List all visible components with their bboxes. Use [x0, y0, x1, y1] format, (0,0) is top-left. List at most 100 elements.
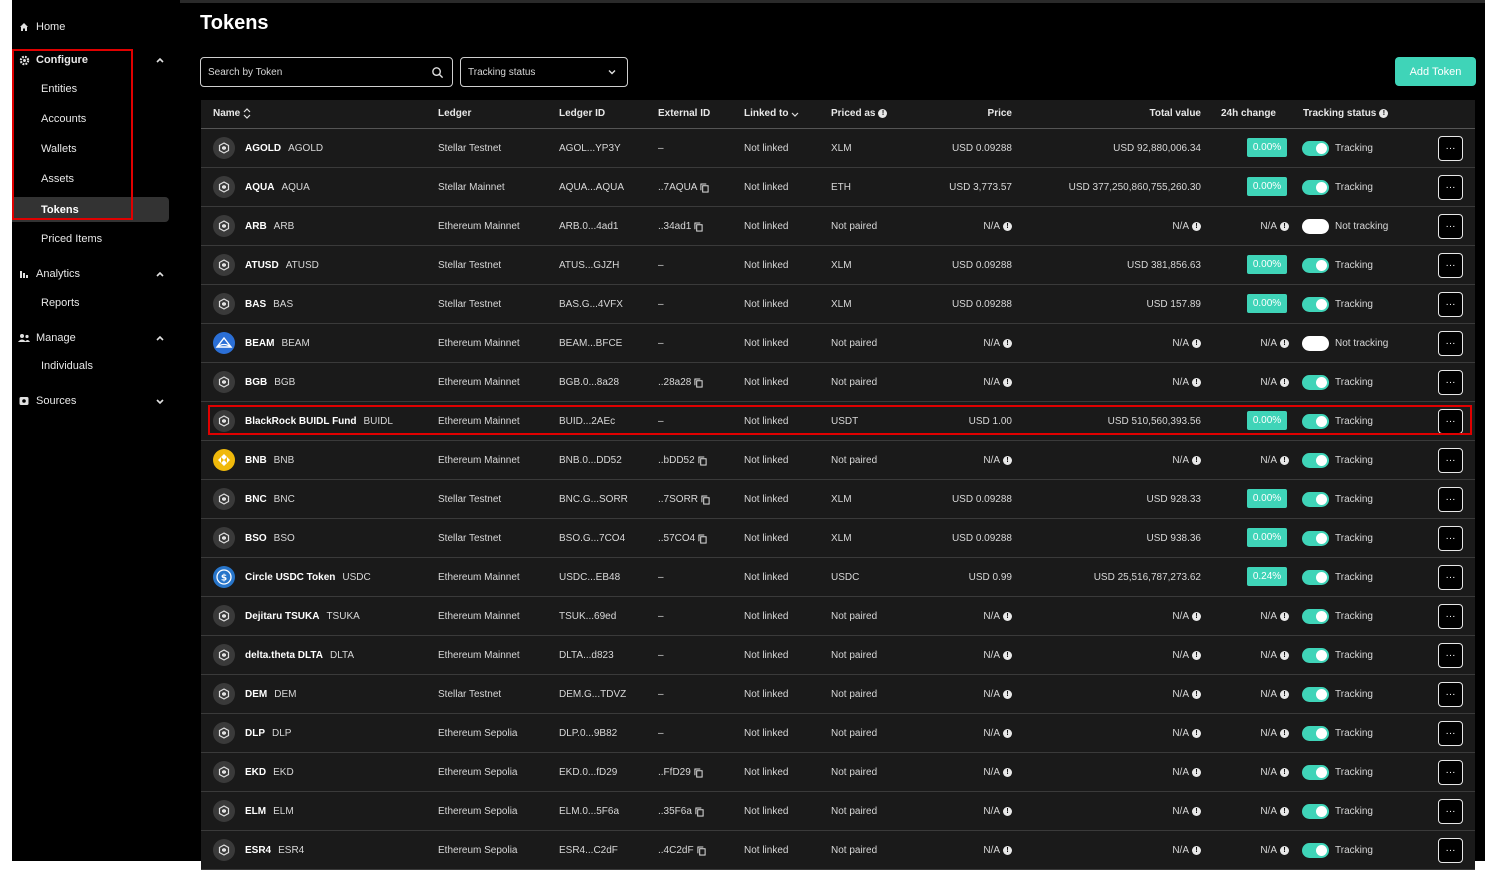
table-row[interactable]: BNB BNB Ethereum Mainnet BNB.0...DD52 ..…	[201, 441, 1475, 480]
info-icon[interactable]: !	[1280, 651, 1289, 660]
token-name-cell[interactable]: BNC BNC	[245, 494, 295, 505]
copy-icon[interactable]	[698, 533, 707, 544]
info-icon[interactable]: !	[1003, 612, 1012, 621]
info-icon[interactable]: !	[1280, 612, 1289, 621]
info-icon[interactable]: !	[1280, 378, 1289, 387]
tracking-toggle[interactable]	[1302, 726, 1329, 741]
info-icon[interactable]: !	[1379, 109, 1389, 118]
more-options-button[interactable]: ···	[1438, 214, 1463, 239]
info-icon[interactable]: !	[1280, 846, 1289, 855]
table-row[interactable]: Dejitaru TSUKA TSUKA Ethereum Mainnet TS…	[201, 597, 1475, 636]
token-name-cell[interactable]: ATUSD ATUSD	[245, 260, 319, 271]
more-options-button[interactable]: ···	[1438, 604, 1463, 629]
more-options-button[interactable]: ···	[1438, 292, 1463, 317]
table-row[interactable]: BGB BGB Ethereum Mainnet BGB.0...8a28 ..…	[201, 363, 1475, 402]
tracking-toggle[interactable]	[1302, 570, 1329, 585]
copy-icon[interactable]	[701, 494, 710, 505]
tracking-toggle[interactable]	[1302, 219, 1329, 234]
more-options-button[interactable]: ···	[1438, 760, 1463, 785]
info-icon[interactable]: !	[1003, 846, 1012, 855]
info-icon[interactable]: !	[1192, 456, 1201, 465]
info-icon[interactable]: !	[1192, 612, 1201, 621]
info-icon[interactable]: !	[1192, 339, 1201, 348]
info-icon[interactable]: !	[1192, 729, 1201, 738]
nav-analytics[interactable]: Analytics	[12, 262, 180, 286]
more-options-button[interactable]: ···	[1438, 799, 1463, 824]
more-options-button[interactable]: ···	[1438, 721, 1463, 746]
token-name-cell[interactable]: ELM ELM	[245, 806, 294, 817]
add-token-button[interactable]: Add Token	[1395, 57, 1476, 86]
more-options-button[interactable]: ···	[1438, 253, 1463, 278]
tracking-toggle[interactable]	[1302, 648, 1329, 663]
tracking-toggle[interactable]	[1302, 297, 1329, 312]
info-icon[interactable]: !	[1003, 729, 1012, 738]
info-icon[interactable]: !	[1003, 378, 1012, 387]
table-row[interactable]: ELM ELM Ethereum Sepolia ELM.0...5F6a ..…	[201, 792, 1475, 831]
tracking-toggle[interactable]	[1302, 765, 1329, 780]
info-icon[interactable]: !	[1280, 768, 1289, 777]
token-name-cell[interactable]: AQUA AQUA	[245, 182, 310, 193]
info-icon[interactable]: !	[1280, 690, 1289, 699]
sort-icon[interactable]	[243, 108, 251, 119]
token-name-cell[interactable]: BGB BGB	[245, 377, 295, 388]
more-options-button[interactable]: ···	[1438, 682, 1463, 707]
more-options-button[interactable]: ···	[1438, 838, 1463, 863]
tracking-toggle[interactable]	[1302, 843, 1329, 858]
info-icon[interactable]: !	[1192, 222, 1201, 231]
info-icon[interactable]: !	[1003, 807, 1012, 816]
token-name-cell[interactable]: delta.theta DLTA DLTA	[245, 650, 354, 661]
tracking-status-select[interactable]: Tracking status	[460, 57, 628, 87]
nav-reports[interactable]: Reports	[41, 297, 80, 309]
info-icon[interactable]: !	[1192, 768, 1201, 777]
tracking-toggle[interactable]	[1302, 804, 1329, 819]
chevron-down-icon[interactable]	[154, 395, 166, 407]
info-icon[interactable]: !	[1003, 222, 1012, 231]
search-icon[interactable]	[431, 66, 444, 79]
table-row[interactable]: BNC BNC Stellar Testnet BNC.G...SORR ..7…	[201, 480, 1475, 519]
info-icon[interactable]: !	[1280, 456, 1289, 465]
info-icon[interactable]: !	[1192, 378, 1201, 387]
tracking-toggle[interactable]	[1302, 336, 1329, 351]
col-name[interactable]: Name	[213, 108, 251, 119]
tracking-toggle[interactable]	[1302, 531, 1329, 546]
nav-individuals[interactable]: Individuals	[41, 360, 93, 372]
table-row[interactable]: ATUSD ATUSD Stellar Testnet ATUS...GJZH …	[201, 246, 1475, 285]
token-name-cell[interactable]: BSO BSO	[245, 533, 295, 544]
info-icon[interactable]: !	[1280, 339, 1289, 348]
table-row[interactable]: BSO BSO Stellar Testnet BSO.G...7CO4 ..5…	[201, 519, 1475, 558]
tracking-toggle[interactable]	[1302, 180, 1329, 195]
nav-manage[interactable]: Manage	[12, 326, 180, 350]
info-icon[interactable]: !	[1192, 807, 1201, 816]
info-icon[interactable]: !	[1192, 651, 1201, 660]
copy-icon[interactable]	[698, 455, 707, 466]
table-row[interactable]: DLP DLP Ethereum Sepolia DLP.0...9B82 – …	[201, 714, 1475, 753]
table-row[interactable]: AQUA AQUA Stellar Mainnet AQUA...AQUA ..…	[201, 168, 1475, 207]
nav-priced-items[interactable]: Priced Items	[41, 233, 102, 245]
tracking-toggle[interactable]	[1302, 258, 1329, 273]
copy-icon[interactable]	[696, 845, 706, 856]
info-icon[interactable]: !	[1003, 339, 1012, 348]
chevron-up-icon[interactable]	[154, 54, 166, 66]
token-name-cell[interactable]: BNB BNB	[245, 455, 294, 466]
tracking-toggle[interactable]	[1302, 375, 1329, 390]
tracking-toggle[interactable]	[1302, 453, 1329, 468]
tracking-toggle[interactable]	[1302, 141, 1329, 156]
info-icon[interactable]: !	[878, 109, 888, 118]
copy-icon[interactable]	[694, 221, 703, 232]
sort-down-icon[interactable]	[791, 110, 799, 118]
token-name-cell[interactable]: DEM DEM	[245, 689, 296, 700]
table-row[interactable]: EKD EKD Ethereum Sepolia EKD.0...fD29 ..…	[201, 753, 1475, 792]
token-name-cell[interactable]: ARB ARB	[245, 221, 294, 232]
copy-icon[interactable]	[695, 806, 704, 817]
table-row[interactable]: DEM DEM Stellar Testnet DEM.G...TDVZ – N…	[201, 675, 1475, 714]
more-options-button[interactable]: ···	[1438, 136, 1463, 161]
info-icon[interactable]: !	[1280, 222, 1289, 231]
table-row[interactable]: ESR4 ESR4 Ethereum Sepolia ESR4...C2dF .…	[201, 831, 1475, 870]
info-icon[interactable]: !	[1003, 456, 1012, 465]
table-row[interactable]: ARB ARB Ethereum Mainnet ARB.0...4ad1 ..…	[201, 207, 1475, 246]
table-row[interactable]: delta.theta DLTA DLTA Ethereum Mainnet D…	[201, 636, 1475, 675]
info-icon[interactable]: !	[1280, 807, 1289, 816]
tracking-toggle[interactable]	[1302, 609, 1329, 624]
token-name-cell[interactable]: AGOLD AGOLD	[245, 143, 323, 154]
token-name-cell[interactable]: BEAM BEAM	[245, 338, 310, 349]
